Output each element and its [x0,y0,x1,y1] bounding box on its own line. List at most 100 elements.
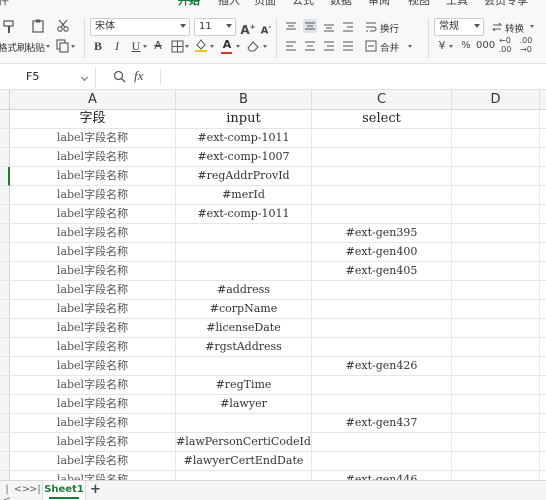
increase-font-icon[interactable]: A+ [240,19,256,37]
table-cell[interactable] [452,224,540,243]
table-cell[interactable] [540,357,546,376]
font-color-dropdown-icon[interactable] [236,45,240,48]
align-middle-icon[interactable] [303,19,317,33]
table-cell[interactable] [452,319,540,338]
table-cell[interactable] [540,262,546,281]
header-cell[interactable]: 字段 [10,110,176,129]
table-cell[interactable]: #lawyer [176,395,312,414]
table-cell[interactable]: label字段名称 [10,243,176,262]
table-cell[interactable]: #ext-gen437 [312,414,452,433]
table-cell[interactable] [540,281,546,300]
convert-dropdown-icon[interactable] [530,25,534,28]
table-cell[interactable] [176,224,312,243]
table-cell[interactable]: label字段名称 [10,338,176,357]
table-cell[interactable]: #corpName [176,300,312,319]
table-cell[interactable] [540,338,546,357]
table-cell[interactable] [452,262,540,281]
tab-member[interactable]: 会员专享 [484,0,528,8]
table-cell[interactable] [540,243,546,262]
table-cell[interactable] [452,167,540,186]
table-cell[interactable] [452,376,540,395]
table-cell[interactable] [540,167,546,186]
table-cell[interactable] [312,205,452,224]
merge-dropdown-icon[interactable] [408,45,412,48]
table-cell[interactable] [176,243,312,262]
thousands-icon[interactable]: 000 [476,38,495,54]
table-cell[interactable]: #ext-comp-1011 [176,205,312,224]
table-cell[interactable]: #ext-comp-1007 [176,148,312,167]
table-cell[interactable]: label字段名称 [10,205,176,224]
table-cell[interactable] [312,376,452,395]
table-cell[interactable] [312,281,452,300]
add-sheet-button[interactable]: + [90,482,101,497]
row-header[interactable] [0,471,10,480]
table-cell[interactable] [452,243,540,262]
table-cell[interactable] [540,471,546,480]
italic-icon[interactable]: I [109,38,125,54]
header-cell[interactable] [540,110,546,129]
table-cell[interactable]: #ext-gen400 [312,243,452,262]
row-header[interactable] [0,205,10,224]
table-cell[interactable] [312,395,452,414]
row-header[interactable] [0,110,10,129]
row-header[interactable] [0,281,10,300]
table-cell[interactable]: label字段名称 [10,376,176,395]
currency-icon[interactable]: ¥ [434,38,450,54]
table-cell[interactable]: label字段名称 [10,281,176,300]
table-cell[interactable]: label字段名称 [10,395,176,414]
strikethrough-icon[interactable]: A [150,38,166,54]
table-cell[interactable]: label字段名称 [10,300,176,319]
paste-label[interactable]: 粘贴 [26,40,45,54]
increase-decimal-icon[interactable]: ←0.00 [497,36,513,54]
align-top-icon[interactable] [284,20,298,34]
merge-icon[interactable] [364,39,378,53]
table-cell[interactable] [312,129,452,148]
table-cell[interactable]: #licenseDate [176,319,312,338]
align-bottom-icon[interactable] [322,20,336,34]
format-painter-label[interactable]: 格式刷 [0,40,27,54]
align-left-icon[interactable] [284,39,298,53]
decrease-decimal-icon[interactable]: .00 →0 [518,36,534,54]
table-cell[interactable] [176,414,312,433]
table-cell[interactable] [452,205,540,224]
fill-color-dropdown-icon[interactable] [210,45,214,48]
table-cell[interactable] [176,471,312,480]
row-header[interactable] [0,376,10,395]
tab-home[interactable]: 开始 [178,0,200,8]
tab-view[interactable]: 视图 [408,0,430,8]
table-cell[interactable] [540,224,546,243]
format-painter-icon[interactable] [2,20,16,34]
row-header[interactable] [0,300,10,319]
table-cell[interactable]: #ext-comp-1011 [176,129,312,148]
table-cell[interactable] [452,452,540,471]
table-cell[interactable]: #regAddrProvId [176,167,312,186]
table-cell[interactable]: label字段名称 [10,224,176,243]
row-header[interactable] [0,452,10,471]
convert-icon[interactable] [490,20,504,34]
font-name-select[interactable]: 宋体 [90,18,190,36]
sheet-tab-sheet1[interactable]: Sheet1 [42,481,86,500]
table-cell[interactable]: label字段名称 [10,414,176,433]
border-dropdown-icon[interactable] [185,45,189,48]
table-cell[interactable] [540,205,546,224]
row-header[interactable] [0,319,10,338]
table-cell[interactable] [176,357,312,376]
table-cell[interactable]: label字段名称 [10,452,176,471]
convert-label[interactable]: 转换 [505,21,524,35]
table-cell[interactable] [452,357,540,376]
justify-icon[interactable] [341,39,355,53]
underline-dropdown-icon[interactable] [143,45,147,48]
column-header-a[interactable]: A [10,90,176,110]
row-header[interactable] [0,167,10,186]
row-header[interactable] [0,224,10,243]
clear-format-icon[interactable] [246,39,260,53]
table-cell[interactable] [452,148,540,167]
cut-icon[interactable] [56,19,70,33]
tab-review[interactable]: 审阅 [368,0,390,8]
table-cell[interactable]: #lawPersonCertiCodeId [176,433,312,452]
table-cell[interactable]: label字段名称 [10,471,176,480]
align-center-icon[interactable] [303,39,317,53]
row-header[interactable] [0,414,10,433]
column-header-e[interactable]: E [540,90,546,110]
table-cell[interactable] [540,319,546,338]
